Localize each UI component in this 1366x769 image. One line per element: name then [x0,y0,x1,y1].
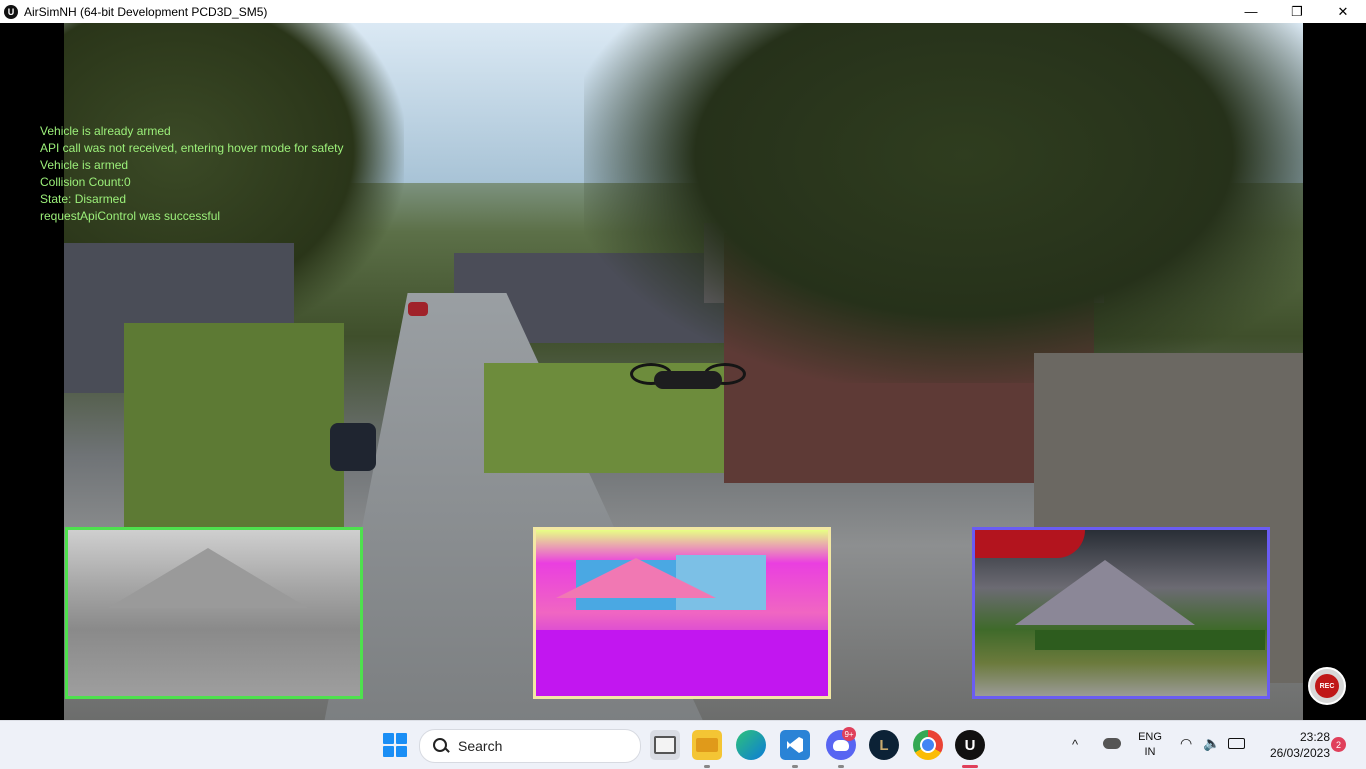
search-label: Search [458,738,503,754]
trees-right [584,23,1303,383]
log-line: Vehicle is already armed [40,124,171,138]
discord-badge: 9+ [842,727,856,741]
seg-ground [536,630,828,696]
distant-red-car [408,302,428,316]
clock[interactable]: 23:28 26/03/2023 [1254,729,1330,761]
notification-badge[interactable]: 2 [1331,737,1346,752]
log-line: State: Disarmed [40,192,127,206]
wifi-icon[interactable]: ◠ [1180,735,1192,752]
minimize-button[interactable]: — [1228,0,1274,23]
volume-icon[interactable]: 🔈 [1203,735,1220,752]
onedrive-cloud-icon[interactable] [1103,738,1121,749]
taskbar-search[interactable]: Search [419,729,641,763]
record-button[interactable]: REC [1308,667,1346,705]
log-line: requestApiControl was successful [40,209,221,223]
close-button[interactable]: ✕ [1320,0,1366,23]
battery-icon[interactable] [1228,738,1245,749]
segmentation-subwindow [533,527,831,699]
restore-button[interactable]: ❐ [1274,0,1320,23]
language-code: ENG [1138,731,1162,743]
task-view-icon[interactable] [650,730,680,760]
scene-subwindow [972,527,1270,699]
lawn-left [124,323,344,543]
window-controls: — ❐ ✕ [1228,0,1366,23]
depth-house [108,548,308,608]
taskbar: Search 9+ L U ^ ENG IN ◠ 🔈 23:28 26/03/2… [0,720,1366,769]
depth-subwindow [65,527,363,699]
log-line: API call was not received, entering hove… [40,141,344,155]
language-region: IN [1144,746,1156,758]
window-title: AirSimNH (64-bit Development PCD3D_SM5) [24,4,268,19]
league-client-icon[interactable]: L [869,730,899,760]
scene-house [1015,560,1195,625]
vscode-icon[interactable] [780,730,810,760]
drone-propeller-view [975,530,1085,558]
search-icon [432,737,450,755]
unreal-logo-icon: U [4,4,18,19]
log-line: Collision Count:0 [40,175,131,189]
record-label: REC [1315,674,1339,698]
log-line: Vehicle is armed [40,158,129,172]
unreal-engine-icon[interactable]: U [955,730,985,760]
drone-body [654,371,722,389]
file-explorer-icon[interactable] [692,730,722,760]
tray-overflow-chevron-icon[interactable]: ^ [1072,737,1078,752]
status-log: Vehicle is already armed API call was no… [40,123,344,225]
clock-date: 26/03/2023 [1269,746,1330,760]
chrome-icon[interactable] [913,730,943,760]
scene-hedge [1035,630,1265,650]
edge-icon[interactable] [736,730,766,760]
title-bar: U AirSimNH (64-bit Development PCD3D_SM5… [0,0,1366,23]
language-indicator[interactable]: ENG IN [1136,730,1164,760]
clock-time: 23:28 [1299,730,1330,744]
windows-start-icon[interactable] [383,733,407,757]
parked-car [330,423,376,471]
seg-house [676,555,766,610]
drone [630,361,746,397]
